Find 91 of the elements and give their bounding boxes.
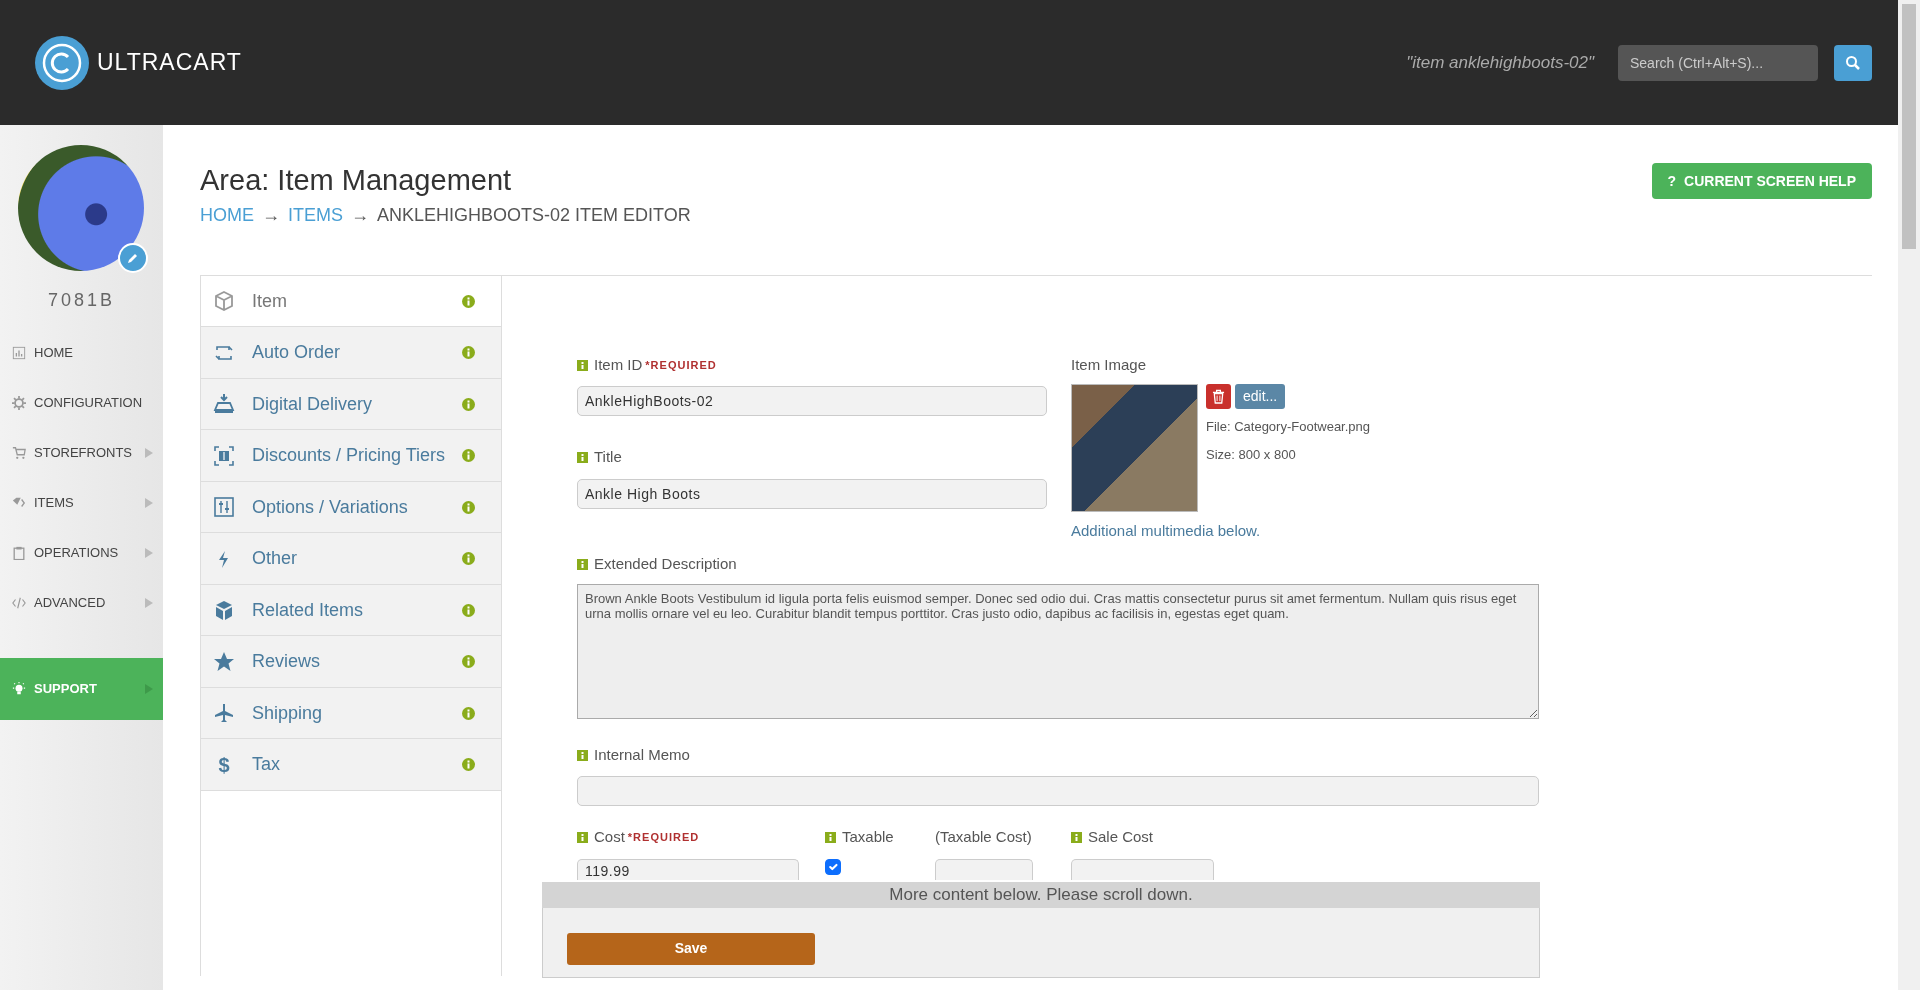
description-field[interactable]: Brown Ankle Boots Vestibulum id ligula porta felis euismod semper. Donec sed odio dui. Cras mattis consectetur purus sit amet fermentum. Nullam quis risus eget urna mollis ornare vel eu leo. Curabitur blandit tempus porttitor. Cras justo odio, dapibus ac facilisis in, egestas eget quam.	[577, 583, 1539, 719]
title-field[interactable]: Ankle High Boots	[577, 478, 1047, 509]
info-icon	[462, 706, 475, 720]
field-label: Item ID	[594, 354, 643, 375]
scrollbar-thumb[interactable]	[1902, 4, 1916, 249]
search-button[interactable]	[1834, 44, 1872, 81]
field-label: Cost	[594, 827, 625, 848]
info-icon	[462, 397, 475, 411]
field-label: Internal Memo	[594, 744, 690, 765]
sidebar-item[interactable]: OPERATIONS	[0, 528, 163, 578]
info-icon	[1071, 832, 1082, 844]
required-note: *REQUIRED	[645, 357, 717, 373]
chart-icon	[12, 346, 26, 360]
cost-field[interactable]: 119.99	[577, 858, 799, 880]
multimedia-link[interactable]: Additional multimedia below.	[1071, 520, 1261, 543]
scroll-notice: More content below. Please scroll down.	[542, 881, 1540, 908]
field-label: Sale Cost	[1088, 827, 1154, 848]
breadcrumb-current: ANKLEHIGHBOOTS-02 ITEM EDITOR	[377, 203, 691, 227]
info-icon	[462, 449, 475, 463]
sidebar-item[interactable]: ITEMS	[0, 478, 163, 528]
field-label: Taxable	[842, 827, 894, 848]
trash-icon	[1212, 389, 1225, 405]
memo-field[interactable]	[577, 776, 1539, 807]
tab[interactable]: Digital Delivery	[201, 378, 501, 431]
tab[interactable]: Auto Order	[201, 327, 501, 379]
sidebar-item[interactable]: STOREFRONTS	[0, 428, 163, 478]
edit-button[interactable]: edit...	[1235, 384, 1286, 410]
info-icon	[462, 294, 475, 308]
cart-icon	[12, 446, 26, 460]
sidebar-item[interactable]: ADVANCED	[0, 578, 163, 628]
sidebar-item[interactable]: SUPPORT	[0, 658, 163, 720]
info-icon	[577, 749, 588, 761]
field-label: Extended Description	[594, 554, 737, 575]
info-icon	[462, 655, 475, 669]
search-icon	[1845, 54, 1861, 71]
info-icon	[462, 346, 475, 360]
breadcrumb-separator: →	[262, 203, 280, 227]
search-context: "item anklehighboots-02"	[1406, 51, 1594, 74]
info-icon	[577, 832, 588, 844]
pencil-icon	[127, 252, 139, 264]
required-note: *REQUIRED	[627, 830, 700, 846]
plane-icon	[213, 702, 235, 725]
tab[interactable]: Other	[201, 533, 501, 585]
info-icon	[577, 559, 588, 571]
info-icon	[462, 552, 475, 566]
dollar-icon: $	[213, 753, 235, 776]
info-icon	[462, 603, 475, 617]
info-icon	[577, 452, 588, 464]
taxable-checkbox[interactable]	[825, 858, 841, 875]
sidebar-item[interactable]: HOME	[0, 328, 163, 378]
code-icon	[12, 596, 26, 610]
file-name: File: Category-Footwear.png	[1206, 418, 1371, 437]
clipboard-icon	[12, 546, 26, 560]
edit-avatar-button[interactable]	[118, 243, 148, 273]
info-icon	[462, 500, 475, 514]
sidebar-item[interactable]: CONFIGURATION	[0, 378, 163, 428]
gear-icon	[12, 396, 26, 410]
logo-icon	[35, 35, 89, 90]
tab[interactable]: Options / Variations	[201, 481, 501, 534]
tab[interactable]: $ Tax	[201, 739, 501, 791]
sale-cost-field[interactable]	[1071, 858, 1214, 880]
cube-icon	[213, 599, 235, 622]
breadcrumb-link[interactable]: HOME	[200, 201, 254, 229]
info-icon	[462, 758, 475, 772]
field-label: (Taxable Cost)	[935, 827, 1032, 848]
field-label: Item Image	[1071, 354, 1147, 375]
tab[interactable]: Shipping	[201, 687, 501, 740]
delete-button[interactable]	[1206, 384, 1231, 410]
tab[interactable]: Discounts / Pricing Tiers	[201, 430, 501, 482]
tab[interactable]: Reviews	[201, 636, 501, 688]
lightbulb-icon	[12, 682, 26, 696]
star-icon	[213, 650, 235, 673]
account-id: 7081B	[46, 289, 117, 312]
page-title: Area: Item Management	[200, 163, 513, 198]
logo-text: ULTRACART	[97, 48, 242, 78]
search-field[interactable]: Search (Ctrl+Alt+S)...	[1618, 44, 1818, 81]
tab[interactable]: Related Items	[201, 584, 501, 637]
image-size: Size: 800 x 800	[1206, 445, 1297, 464]
item-id-field[interactable]: AnkleHighBoots-02	[577, 386, 1047, 417]
save-button[interactable]: Save	[567, 932, 815, 965]
breadcrumb-separator: →	[351, 203, 369, 227]
sliders-icon	[213, 496, 235, 519]
info-icon	[577, 359, 588, 371]
info-icon	[825, 832, 836, 844]
breadcrumb-link[interactable]: ITEMS	[288, 201, 343, 229]
taxable-cost-field[interactable]	[935, 858, 1033, 880]
box-icon	[213, 290, 235, 313]
field-label: Title	[594, 447, 622, 468]
scrollbar[interactable]	[1898, 0, 1920, 990]
help-button[interactable]: ? CURRENT SCREEN HELP	[1651, 163, 1872, 199]
download-tray-icon	[213, 393, 235, 416]
